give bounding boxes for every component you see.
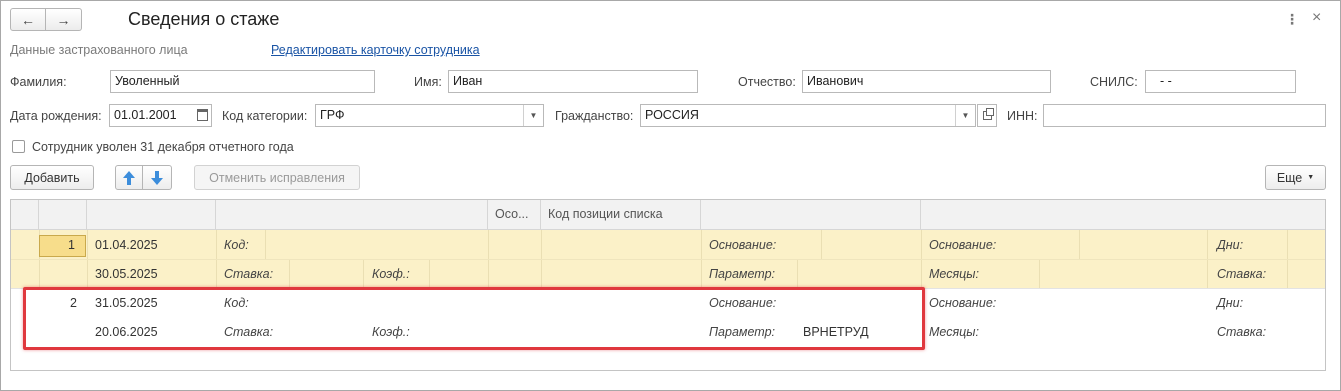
arrow-up-icon <box>123 170 135 185</box>
inn-label: ИНН: <box>1007 109 1038 123</box>
birth-date-label: Дата рождения: <box>10 109 102 123</box>
row-number-cell[interactable] <box>39 235 86 257</box>
more-label: Еще <box>1276 170 1303 185</box>
row-number: 2 <box>70 296 77 310</box>
parametr-value[interactable]: ВРНЕТРУД <box>803 325 869 339</box>
osnovanie-label: Основание: <box>709 238 777 252</box>
snils-label: СНИЛС: <box>1090 75 1138 89</box>
osnovanie2-label: Основание: <box>929 296 997 310</box>
snils-input[interactable]: - - <box>1145 70 1296 93</box>
table-header: Осо... Код позиции списка <box>11 200 1325 230</box>
dni-label: Дни: <box>1217 296 1244 310</box>
edit-employee-link[interactable]: Редактировать карточку сотрудника <box>271 43 480 57</box>
page-title: Сведения о стаже <box>128 9 280 29</box>
header-cell-kod-pozicii[interactable]: Код позиции списка <box>541 200 701 230</box>
cancel-fixes-button[interactable]: Отменить исправления <box>194 165 360 190</box>
calendar-icon[interactable] <box>197 109 208 121</box>
kod-label: Код: <box>224 238 249 252</box>
table-row[interactable] <box>11 288 1325 346</box>
header-cell[interactable] <box>701 200 921 230</box>
header-cell[interactable] <box>216 200 488 230</box>
patronymic-label: Отчество: <box>738 75 796 89</box>
birth-date-input[interactable]: 01.01.2001 <box>109 104 212 127</box>
more-button[interactable]: Еще ▼ <box>1265 165 1326 190</box>
koef-label: Коэф.: <box>372 267 410 281</box>
parametr-label: Параметр: <box>709 267 775 281</box>
category-select[interactable]: ГРФ ▼ <box>315 104 544 127</box>
more-vertical-icon[interactable]: ⋮ <box>1285 11 1299 28</box>
parametr-label: Параметр: <box>709 325 775 339</box>
staj-table: Осо... Код позиции списка 1 01.04.2025 3… <box>10 199 1326 371</box>
name-label: Имя: <box>414 75 442 89</box>
add-button[interactable]: Добавить <box>10 165 94 190</box>
header-cell[interactable] <box>921 200 1325 230</box>
osnovanie2-label: Основание: <box>929 238 997 252</box>
date-start[interactable]: 31.05.2025 <box>95 296 158 310</box>
header-cell-oso[interactable]: Осо... <box>488 200 541 230</box>
header-cell[interactable] <box>39 200 87 230</box>
header-cell[interactable] <box>87 200 216 230</box>
back-button[interactable]: ← <box>10 8 46 31</box>
section-label: Данные застрахованного лица <box>10 43 188 57</box>
chevron-down-icon[interactable]: ▼ <box>523 105 543 126</box>
move-up-button[interactable] <box>115 165 143 190</box>
move-down-button[interactable] <box>143 165 172 190</box>
row-number: 1 <box>68 238 75 252</box>
category-label: Код категории: <box>222 109 308 123</box>
osnovanie-label: Основание: <box>709 296 777 310</box>
birth-date-value: 01.01.2001 <box>114 108 177 122</box>
chevron-down-icon: ▼ <box>1307 174 1315 181</box>
dismissed-label: Сотрудник уволен 31 декабря отчетного го… <box>32 140 294 154</box>
close-icon[interactable]: × <box>1312 9 1321 27</box>
citizenship-value: РОССИЯ <box>645 108 699 122</box>
stavka2-label: Ставка: <box>1217 267 1267 281</box>
surname-input[interactable]: Уволенный <box>110 70 375 93</box>
kod-label: Код: <box>224 296 249 310</box>
date-end[interactable]: 30.05.2025 <box>95 267 158 281</box>
date-start[interactable]: 01.04.2025 <box>95 238 158 252</box>
mesyacy-label: Месяцы: <box>929 267 979 281</box>
surname-label: Фамилия: <box>10 75 67 89</box>
open-window-icon <box>982 108 994 120</box>
forward-button[interactable]: → <box>46 8 82 31</box>
stavka2-label: Ставка: <box>1217 325 1267 339</box>
stavka-label: Ставка: <box>224 267 274 281</box>
staj-window: ← → Сведения о стаже ⋮ × Данные застрахо… <box>0 0 1341 391</box>
date-end[interactable]: 20.06.2025 <box>95 325 158 339</box>
arrow-right-icon: → <box>56 11 71 28</box>
dismissed-checkbox[interactable] <box>12 140 25 153</box>
inn-input[interactable] <box>1043 104 1326 127</box>
dni-label: Дни: <box>1217 238 1244 252</box>
arrow-down-icon <box>151 170 163 185</box>
category-value: ГРФ <box>320 108 345 122</box>
chevron-down-icon[interactable]: ▼ <box>955 105 975 126</box>
mesyacy-label: Месяцы: <box>929 325 979 339</box>
arrow-left-icon: ← <box>21 11 35 28</box>
header-cell[interactable] <box>11 200 39 230</box>
stavka-label: Ставка: <box>224 325 274 339</box>
patronymic-input[interactable]: Иванович <box>802 70 1051 93</box>
citizenship-label: Гражданство: <box>555 109 634 123</box>
koef-label: Коэф.: <box>372 325 410 339</box>
open-form-button[interactable] <box>977 104 997 127</box>
citizenship-select[interactable]: РОССИЯ ▼ <box>640 104 976 127</box>
name-input[interactable]: Иван <box>448 70 698 93</box>
